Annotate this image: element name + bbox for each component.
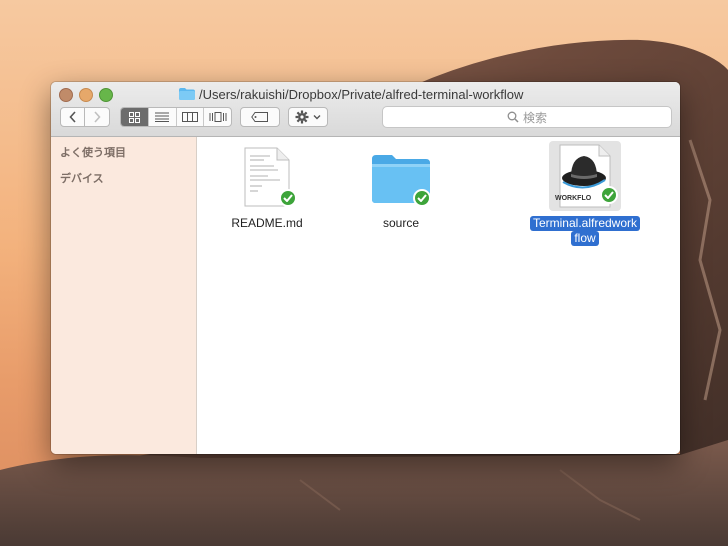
columns-icon (181, 112, 198, 122)
workflow-icon-caption: WORKFLO (555, 195, 592, 202)
forward-button[interactable] (85, 107, 110, 127)
checkmark-icon (604, 191, 614, 199)
sidebar-section-devices[interactable]: デバイス (60, 170, 104, 186)
coverflow-icon (209, 112, 227, 122)
sidebar-section-favorites[interactable]: よく使う項目 (60, 144, 126, 160)
sync-complete-badge (279, 189, 297, 207)
file-name-line-1: Terminal.alfredwork (529, 216, 641, 231)
file-name-line-2: flow (571, 231, 599, 246)
minimize-button[interactable] (79, 88, 93, 102)
close-button[interactable] (59, 88, 73, 102)
file-item-terminal-workflow[interactable]: WORKFLO Terminal.alfredwork flow (519, 141, 651, 253)
zoom-button[interactable] (99, 88, 113, 102)
tag-button[interactable] (240, 107, 280, 127)
view-mode-segmented-control[interactable] (120, 107, 232, 127)
search-field[interactable]: 検索 (382, 106, 672, 128)
file-name-selected: Terminal.alfredwork flow (519, 216, 651, 246)
gear-icon (295, 110, 309, 124)
sync-complete-badge (413, 189, 431, 207)
list-view-button[interactable] (149, 108, 177, 126)
file-item-source[interactable]: source (353, 145, 449, 235)
chevron-down-icon (313, 115, 321, 120)
finder-window: /Users/rakuishi/Dropbox/Private/alfred-t… (51, 82, 680, 454)
coverflow-view-button[interactable] (204, 108, 231, 126)
icon-view-button[interactable] (121, 108, 149, 126)
action-menu-button[interactable] (288, 107, 328, 127)
column-view-button[interactable] (177, 108, 205, 126)
checkmark-icon (283, 194, 293, 202)
grid-icon (128, 111, 140, 123)
chevron-right-icon (94, 111, 101, 123)
back-button[interactable] (60, 107, 85, 127)
sync-complete-badge (600, 186, 618, 204)
tag-icon (251, 112, 268, 122)
path-text: /Users/rakuishi/Dropbox/Private/alfred-t… (199, 86, 524, 102)
search-placeholder: 検索 (522, 110, 547, 125)
file-item-readme[interactable]: README.md (219, 145, 315, 235)
chevron-left-icon (68, 111, 76, 123)
checkmark-icon (417, 194, 427, 202)
title-toolbar: /Users/rakuishi/Dropbox/Private/alfred-t… (51, 82, 680, 137)
file-icon-grid: README.md source WORKFLO Terminal.alfred… (197, 137, 680, 454)
window-title: /Users/rakuishi/Dropbox/Private/alfred-t… (179, 86, 523, 102)
folder-name: source (382, 216, 420, 230)
folder-icon (179, 88, 195, 100)
sidebar: よく使う項目 デバイス (51, 137, 197, 454)
search-icon (507, 111, 519, 123)
list-icon (155, 112, 170, 122)
file-name: README.md (231, 216, 303, 230)
